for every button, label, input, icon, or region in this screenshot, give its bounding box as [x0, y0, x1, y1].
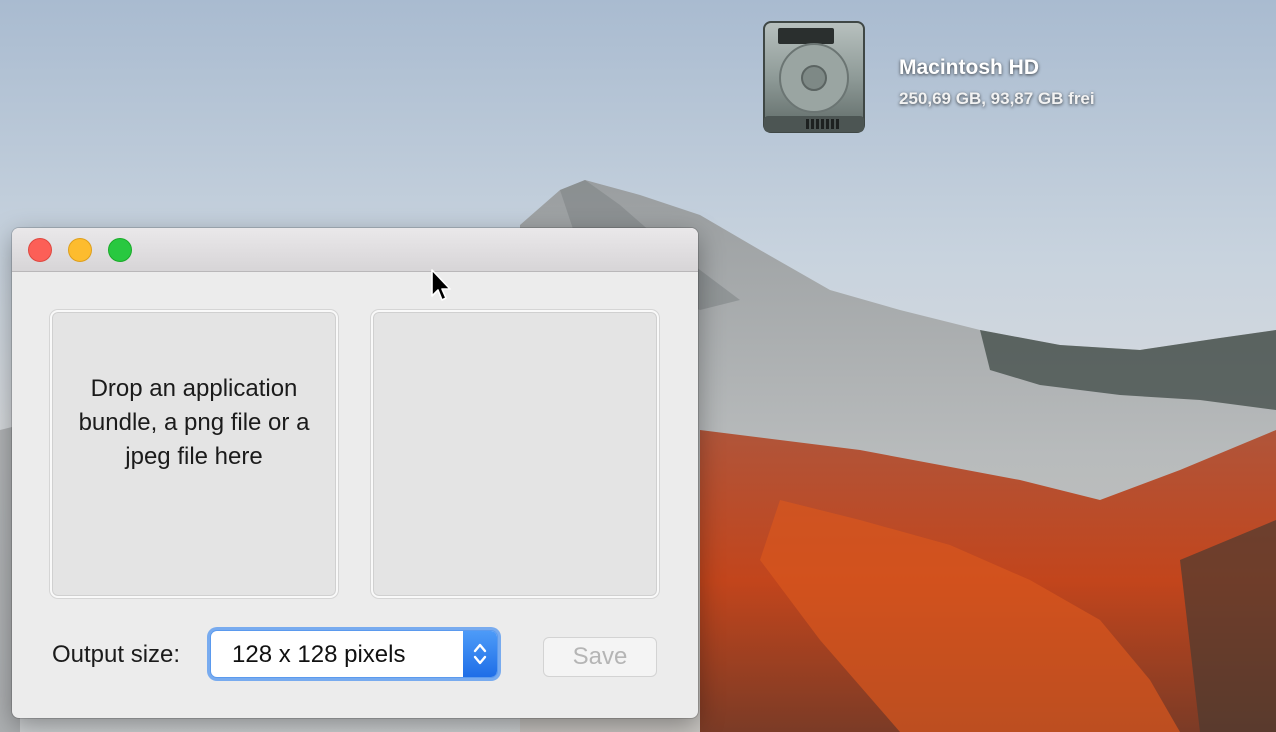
output-size-value: 128 x 128 pixels	[232, 641, 406, 668]
disk-name: Macintosh HD	[899, 56, 1040, 79]
mouse-pointer-icon	[431, 269, 451, 301]
drop-instructions: Drop an application bundle, a png file o…	[78, 375, 310, 470]
hard-drive-icon[interactable]	[758, 20, 870, 136]
output-size-select[interactable]: 128 x 128 pixels	[211, 631, 497, 677]
save-button[interactable]: Save	[543, 637, 657, 677]
disk-info: 250,69 GB, 93,87 GB frei	[899, 89, 1095, 108]
desktop: Macintosh HD 250,69 GB, 93,87 GB frei Dr…	[0, 0, 1276, 732]
select-arrows-icon[interactable]	[463, 631, 497, 677]
minimize-button[interactable]	[68, 238, 92, 262]
title-bar[interactable]	[12, 228, 698, 272]
zoom-button[interactable]	[108, 238, 132, 262]
close-button[interactable]	[28, 238, 52, 262]
image-drop-well[interactable]: Drop an application bundle, a png file o…	[50, 310, 338, 598]
output-size-label: Output size:	[52, 641, 181, 668]
app-window: Drop an application bundle, a png file o…	[12, 228, 698, 718]
icon-preview-well[interactable]	[371, 310, 659, 598]
